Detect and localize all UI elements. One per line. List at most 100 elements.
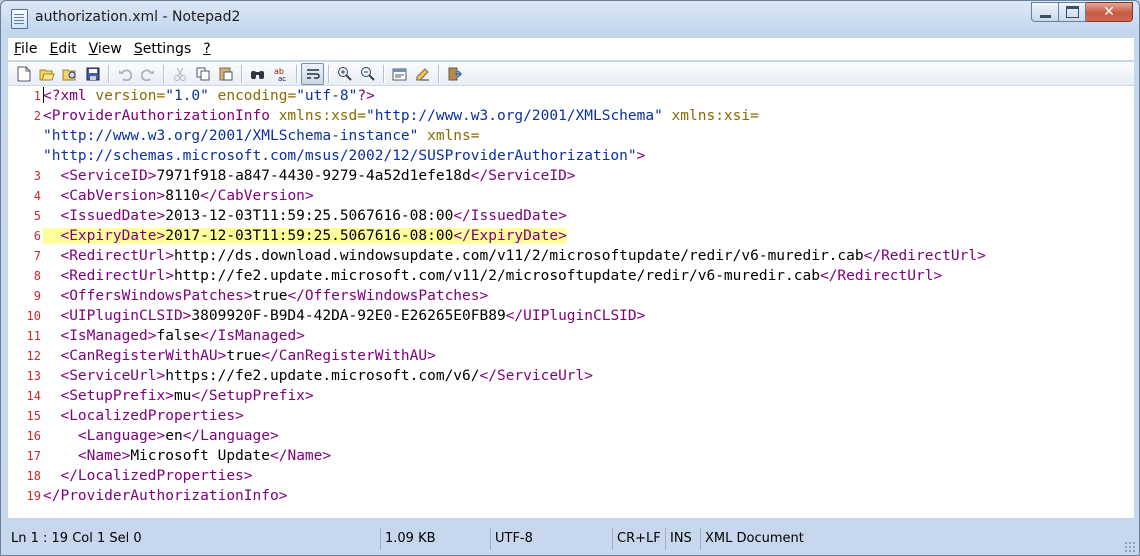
xml-text-token: http://ds.download.windowsupdate.com/v11… — [173, 248, 864, 264]
toolbar-separator — [328, 64, 329, 83]
zoom-out-icon[interactable] — [356, 63, 379, 85]
line-number: 7 — [33, 249, 41, 263]
replace-icon[interactable]: ab ac — [269, 63, 292, 85]
line-number: 15 — [26, 409, 41, 423]
code-line: <RedirectUrl>http://fe2.update.microsoft… — [43, 266, 1134, 286]
xml-tag-token: <LocalizedProperties> — [43, 408, 244, 424]
xml-str-token: "http://www.w3.org/2001/XMLSchema" — [366, 108, 663, 124]
xml-attr-token: xmlns:xsd= — [278, 108, 367, 124]
maximize-button[interactable] — [1059, 2, 1086, 22]
minimize-icon — [1039, 14, 1051, 18]
window-title: authorization.xml - Notepad2 — [35, 9, 241, 25]
line-number: 14 — [26, 389, 41, 403]
text-editor[interactable]: 1 2 3 4 5 6 7 8 9 10 11 12 13 14 15 16 17 18 19 <?xml vers… — [8, 86, 1134, 518]
code-line: </LocalizedProperties> — [43, 466, 1134, 486]
resize-grip-icon[interactable] — [1124, 541, 1136, 553]
xml-tag-token: </OffersWindowsPatches> — [287, 288, 489, 304]
code-line: <SetupPrefix>mu</SetupPrefix> — [43, 386, 1134, 406]
menu-bar: File Edit View Settings ? — [8, 38, 1134, 60]
minimize-button[interactable] — [1031, 2, 1059, 22]
xml-tag-token: <SetupPrefix> — [43, 388, 174, 404]
save-icon[interactable] — [81, 63, 104, 85]
cut-icon[interactable] — [168, 63, 191, 85]
toolbar-separator — [163, 64, 164, 83]
paste-icon[interactable] — [214, 63, 237, 85]
open-file-icon[interactable] — [35, 63, 58, 85]
toolbar-separator — [296, 64, 297, 83]
xml-str-token: "1.0" — [165, 88, 209, 104]
xml-text-token: true — [252, 288, 288, 304]
menu-help[interactable]: ? — [197, 38, 216, 60]
xml-text-token: https://fe2.update.microsoft.com/v6/ — [165, 368, 480, 384]
line-number: 3 — [33, 169, 41, 183]
scheme-icon[interactable] — [388, 63, 411, 85]
zoom-in-icon[interactable] — [333, 63, 356, 85]
xml-str-token: "http://schemas.microsoft.com/msus/2002/… — [43, 148, 637, 164]
xml-tag-token: > — [636, 148, 646, 164]
browse-icon[interactable] — [58, 63, 81, 85]
close-icon: ✕ — [1103, 4, 1115, 20]
new-file-icon[interactable] — [12, 63, 35, 85]
xml-attr-token: encoding= — [208, 88, 297, 104]
menu-view[interactable]: View — [83, 38, 128, 60]
xml-tag-token: <Name> — [43, 448, 131, 464]
xml-tag-token: <OffersWindowsPatches> — [43, 288, 253, 304]
menu-file[interactable]: File — [8, 38, 43, 60]
code-line: <LocalizedProperties> — [43, 406, 1134, 426]
line-number: 4 — [33, 189, 41, 203]
xml-tag-token: </Language> — [182, 428, 279, 444]
xml-decl-token: <?xml — [43, 88, 96, 104]
status-encoding[interactable]: UTF-8 — [491, 527, 613, 550]
code-area[interactable]: <?xml version="1.0" encoding="utf-8"?> <P… — [43, 86, 1134, 506]
title-bar[interactable]: authorization.xml - Notepad2 ✕ — [1, 1, 1139, 35]
exit-icon[interactable] — [443, 63, 466, 85]
status-insert-mode[interactable]: INS — [666, 527, 701, 550]
xml-attr-token: version= — [95, 88, 166, 104]
xml-tag-token: </CabVersion> — [200, 188, 314, 204]
menu-edit[interactable]: Edit — [43, 38, 82, 60]
status-bar: Ln 1 : 19 Col 1 Sel 0 1.09 KB UTF-8 CR+L… — [1, 521, 1139, 556]
xml-text-token: true — [226, 348, 262, 364]
toolbar: ab ac — [8, 62, 1134, 86]
menu-view-label: iew — [97, 41, 122, 57]
xml-tag-token: </Name> — [270, 448, 332, 464]
status-lexer[interactable]: XML Document — [701, 528, 841, 550]
xml-tag-token: <CanRegisterWithAU> — [43, 348, 227, 364]
code-line: <IsManaged>false</IsManaged> — [43, 326, 1134, 346]
word-wrap-icon[interactable] — [301, 62, 324, 85]
code-line: "http://www.w3.org/2001/XMLSchema-instan… — [43, 126, 1134, 146]
notepad-app-icon[interactable] — [11, 9, 28, 29]
xml-tag-token: </SetupPrefix> — [191, 388, 314, 404]
xml-tag-token: </ExpiryDate> — [453, 228, 567, 244]
xml-text-token: false — [156, 328, 201, 344]
menu-settings[interactable]: Settings — [128, 38, 197, 60]
maximize-icon — [1065, 6, 1079, 18]
line-number: 8 — [33, 269, 41, 283]
code-line: "http://schemas.microsoft.com/msus/2002/… — [43, 146, 1134, 166]
xml-tag-token: <ServiceUrl> — [43, 368, 166, 384]
line-number: 17 — [26, 449, 41, 463]
menu-settings-label: ettings — [142, 41, 192, 57]
close-button[interactable]: ✕ — [1086, 2, 1133, 22]
xml-tag-token: <RedirectUrl> — [43, 248, 174, 264]
line-number: 11 — [26, 329, 41, 343]
xml-tag-token: </IsManaged> — [200, 328, 305, 344]
xml-decl-token: ?> — [357, 88, 375, 104]
find-icon[interactable] — [246, 63, 269, 85]
code-line: <ServiceUrl>https://fe2.update.microsoft… — [43, 366, 1134, 386]
code-line: <RedirectUrl>http://ds.download.windowsu… — [43, 246, 1134, 266]
customize-schemes-icon[interactable] — [411, 63, 434, 85]
status-eol[interactable]: CR+LF — [613, 527, 666, 550]
copy-icon[interactable] — [191, 63, 214, 85]
xml-str-token: "utf-8" — [296, 88, 358, 104]
menu-settings-accel: S — [133, 41, 143, 57]
xml-tag-token: </IssuedDate> — [453, 208, 567, 224]
line-number: 2 — [33, 109, 41, 123]
code-line: <IssuedDate>2013-12-03T11:59:25.5067616-… — [43, 206, 1134, 226]
code-line: <OffersWindowsPatches>true</OffersWindow… — [43, 286, 1134, 306]
toolbar-separator — [241, 64, 242, 83]
undo-icon[interactable] — [113, 63, 136, 85]
code-line: <?xml version="1.0" encoding="utf-8"?> — [43, 86, 1134, 106]
redo-icon[interactable] — [136, 63, 159, 85]
line-number: 19 — [26, 489, 41, 503]
